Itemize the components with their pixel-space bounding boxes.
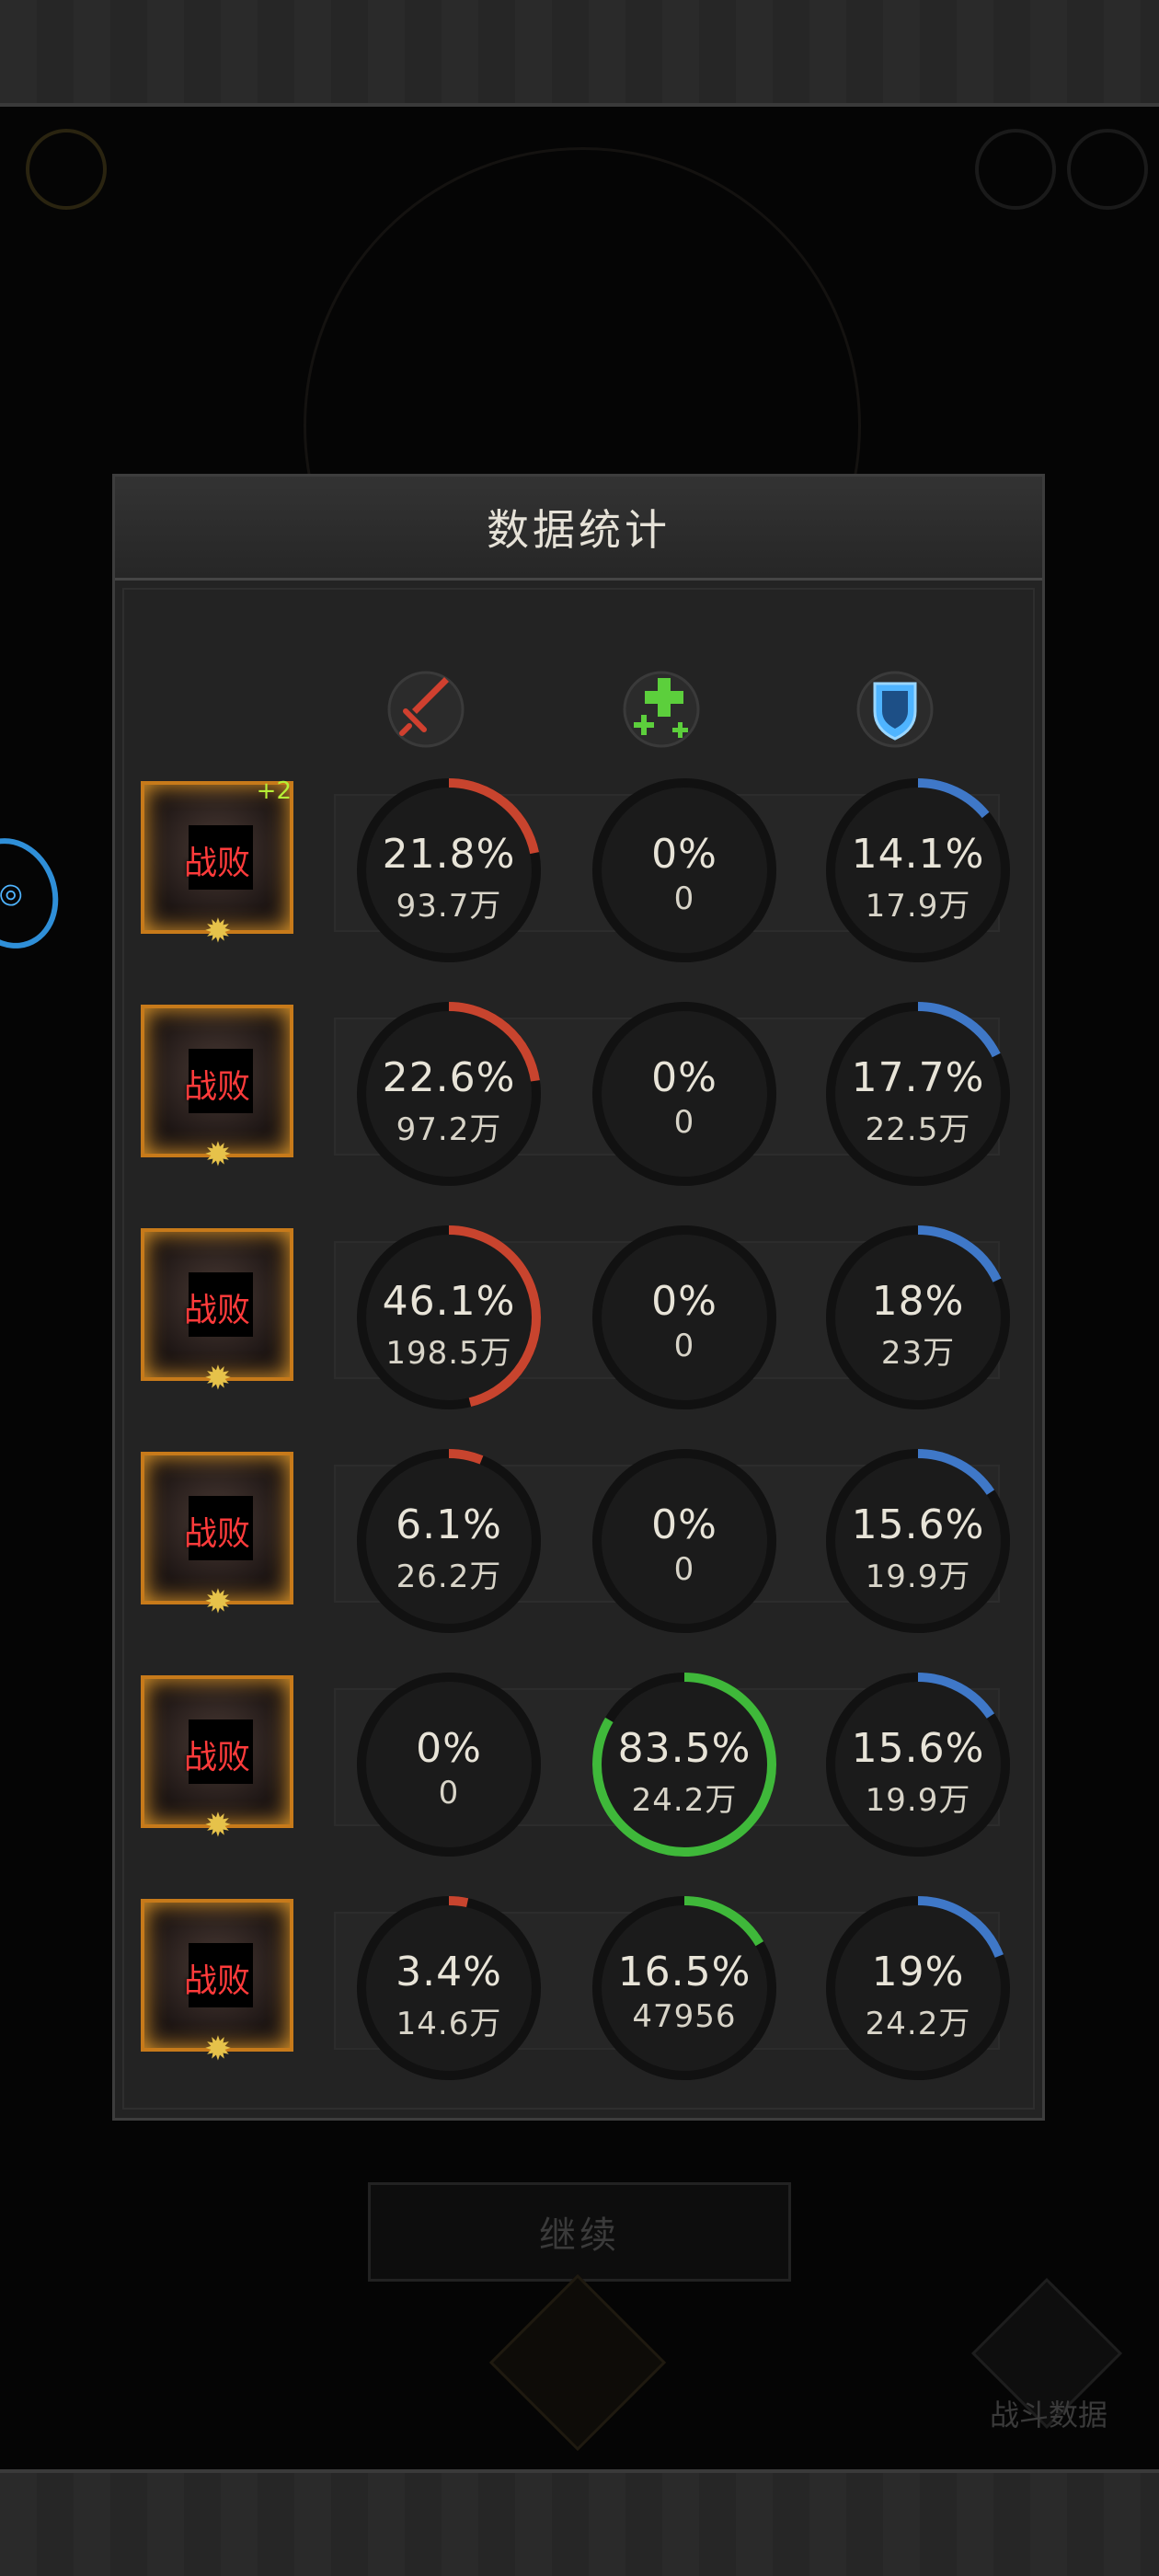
tank-amount: 19.9万 [865,1558,971,1595]
continue-button[interactable]: 继续 [331,2177,828,2287]
heal-percent: 0% [651,1501,717,1548]
heal-amount: 24.2万 [631,1782,738,1819]
tank-amount: 23万 [880,1335,956,1372]
bottom-ornament-band [0,2469,1159,2576]
shield-icon [856,671,934,748]
tank-amount: 19.9万 [865,1782,971,1819]
heal-cross-icon [623,671,700,748]
heal-percent: 0% [651,831,717,878]
damage-percent: 6.1% [396,1501,502,1548]
defeat-label: 战败 [183,1739,250,1777]
damage-amount: 198.5万 [385,1335,512,1372]
heal-amount: 0 [673,1551,695,1588]
tank-percent: 15.6% [851,1501,985,1548]
upgrade-badge: +2 [256,777,292,805]
rank-star-icon: ✹ [203,1136,233,1174]
damage-percent: 22.6% [382,1054,516,1101]
heal-amount: 0 [673,880,695,917]
tank-percent: 14.1% [851,831,985,878]
defeat-label: 战败 [183,1962,250,2000]
background-button-dim [975,129,1056,210]
dialog-title: 数据统计 [115,477,1042,581]
center-emblem-icon [488,2273,667,2452]
tank-amount: 22.5万 [865,1111,971,1148]
heal-ring: 83.5% 24.2万 [588,1668,781,1861]
battle-data-label: 战斗数据 [989,2398,1107,2432]
tank-percent: 17.7% [851,1054,985,1101]
sword-icon [387,671,465,748]
hero-portrait[interactable]: 战败 ✹ +2 [141,777,293,950]
damage-percent: 3.4% [396,1949,502,1995]
hero-portrait[interactable]: 战败 ✹ [141,1005,293,1174]
battle-data-button[interactable]: 战斗数据 [957,2277,1141,2438]
tank-ring: 14.1% 17.9万 [821,774,1015,967]
fast-forward-button-dim [26,129,107,210]
heal-ring: 0% 0 [588,997,781,1190]
defeat-label: 战败 [183,1292,250,1329]
heal-percent: 16.5% [617,1949,752,1995]
hero-row: 战败 ✹ 0% 0 83.5% 24.2万 15.6% 19.9万 [141,1668,1024,1857]
damage-ring: 22.6% 97.2万 [352,997,545,1190]
damage-amount: 97.2万 [396,1111,502,1148]
tank-ring: 15.6% 19.9万 [821,1668,1015,1861]
damage-percent: 21.8% [382,831,516,878]
hero-portrait[interactable]: 战败 ✹ [141,1675,293,1845]
hero-row: 战败 ✹ 3.4% 14.6万 16.5% 47956 19% 24.2万 [141,1892,1024,2080]
damage-ring: 21.8% 93.7万 [352,774,545,967]
damage-amount: 0 [438,1775,460,1811]
damage-percent: 46.1% [382,1278,516,1325]
background-button-dim [1067,129,1148,210]
rank-star-icon: ✹ [203,1360,233,1397]
tank-ring: 17.7% 22.5万 [821,997,1015,1190]
hero-row: 战败 ✹ 22.6% 97.2万 0% 0 17.7% 22.5万 [141,997,1024,1186]
defeat-label: 战败 [183,845,250,882]
defeat-label: 战败 [183,1068,250,1106]
damage-ring: 46.1% 198.5万 [352,1221,545,1414]
tank-ring: 15.6% 19.9万 [821,1444,1015,1638]
stats-dialog: 数据统计 战败 ✹ +2 21.8% 93.7万 0% 0 14.1% 17.9万 战败 ✹ 22.6… [112,474,1045,2121]
heal-ring: 0% 0 [588,1221,781,1414]
rank-star-icon: ✹ [203,2030,233,2068]
heal-amount: 0 [673,1328,695,1364]
heal-amount: 47956 [632,1998,737,2035]
tank-ring: 19% 24.2万 [821,1892,1015,2085]
heal-amount: 0 [673,1104,695,1141]
hero-row: 战败 ✹ 46.1% 198.5万 0% 0 18% 23万 [141,1221,1024,1409]
top-ornament-band [0,0,1159,107]
hero-portrait[interactable]: 战败 ✹ [141,1228,293,1397]
tank-percent: 18% [871,1278,965,1325]
side-badge-icon: ◎ [0,824,74,962]
heal-percent: 0% [651,1054,717,1101]
rank-star-icon: ✹ [203,913,233,950]
tank-percent: 19% [871,1949,965,1995]
rank-star-icon: ✹ [203,1807,233,1845]
defeat-label: 战败 [183,1515,250,1553]
tank-amount: 24.2万 [865,2006,971,2042]
continue-label: 继续 [539,2214,620,2257]
damage-ring: 6.1% 26.2万 [352,1444,545,1638]
heal-ring: 0% 0 [588,1444,781,1638]
damage-percent: 0% [416,1725,482,1772]
damage-amount: 26.2万 [396,1558,502,1595]
heal-percent: 0% [651,1278,717,1325]
hero-portrait[interactable]: 战败 ✹ [141,1452,293,1621]
hero-portrait[interactable]: 战败 ✹ [141,1899,293,2068]
hero-row: 战败 ✹ +2 21.8% 93.7万 0% 0 14.1% 17.9万 [141,774,1024,962]
tank-percent: 15.6% [851,1725,985,1772]
tank-amount: 17.9万 [865,888,971,925]
heal-ring: 16.5% 47956 [588,1892,781,2085]
heal-ring: 0% 0 [588,774,781,967]
tank-ring: 18% 23万 [821,1221,1015,1414]
rank-star-icon: ✹ [203,1583,233,1621]
damage-ring: 0% 0 [352,1668,545,1861]
damage-amount: 93.7万 [396,888,502,925]
dialog-body: 战败 ✹ +2 21.8% 93.7万 0% 0 14.1% 17.9万 战败 ✹ 22.6% 97.2… [115,581,1042,2117]
damage-amount: 14.6万 [396,2006,502,2042]
hero-row: 战败 ✹ 6.1% 26.2万 0% 0 15.6% 19.9万 [141,1444,1024,1633]
damage-ring: 3.4% 14.6万 [352,1892,545,2085]
heal-percent: 83.5% [617,1725,752,1772]
